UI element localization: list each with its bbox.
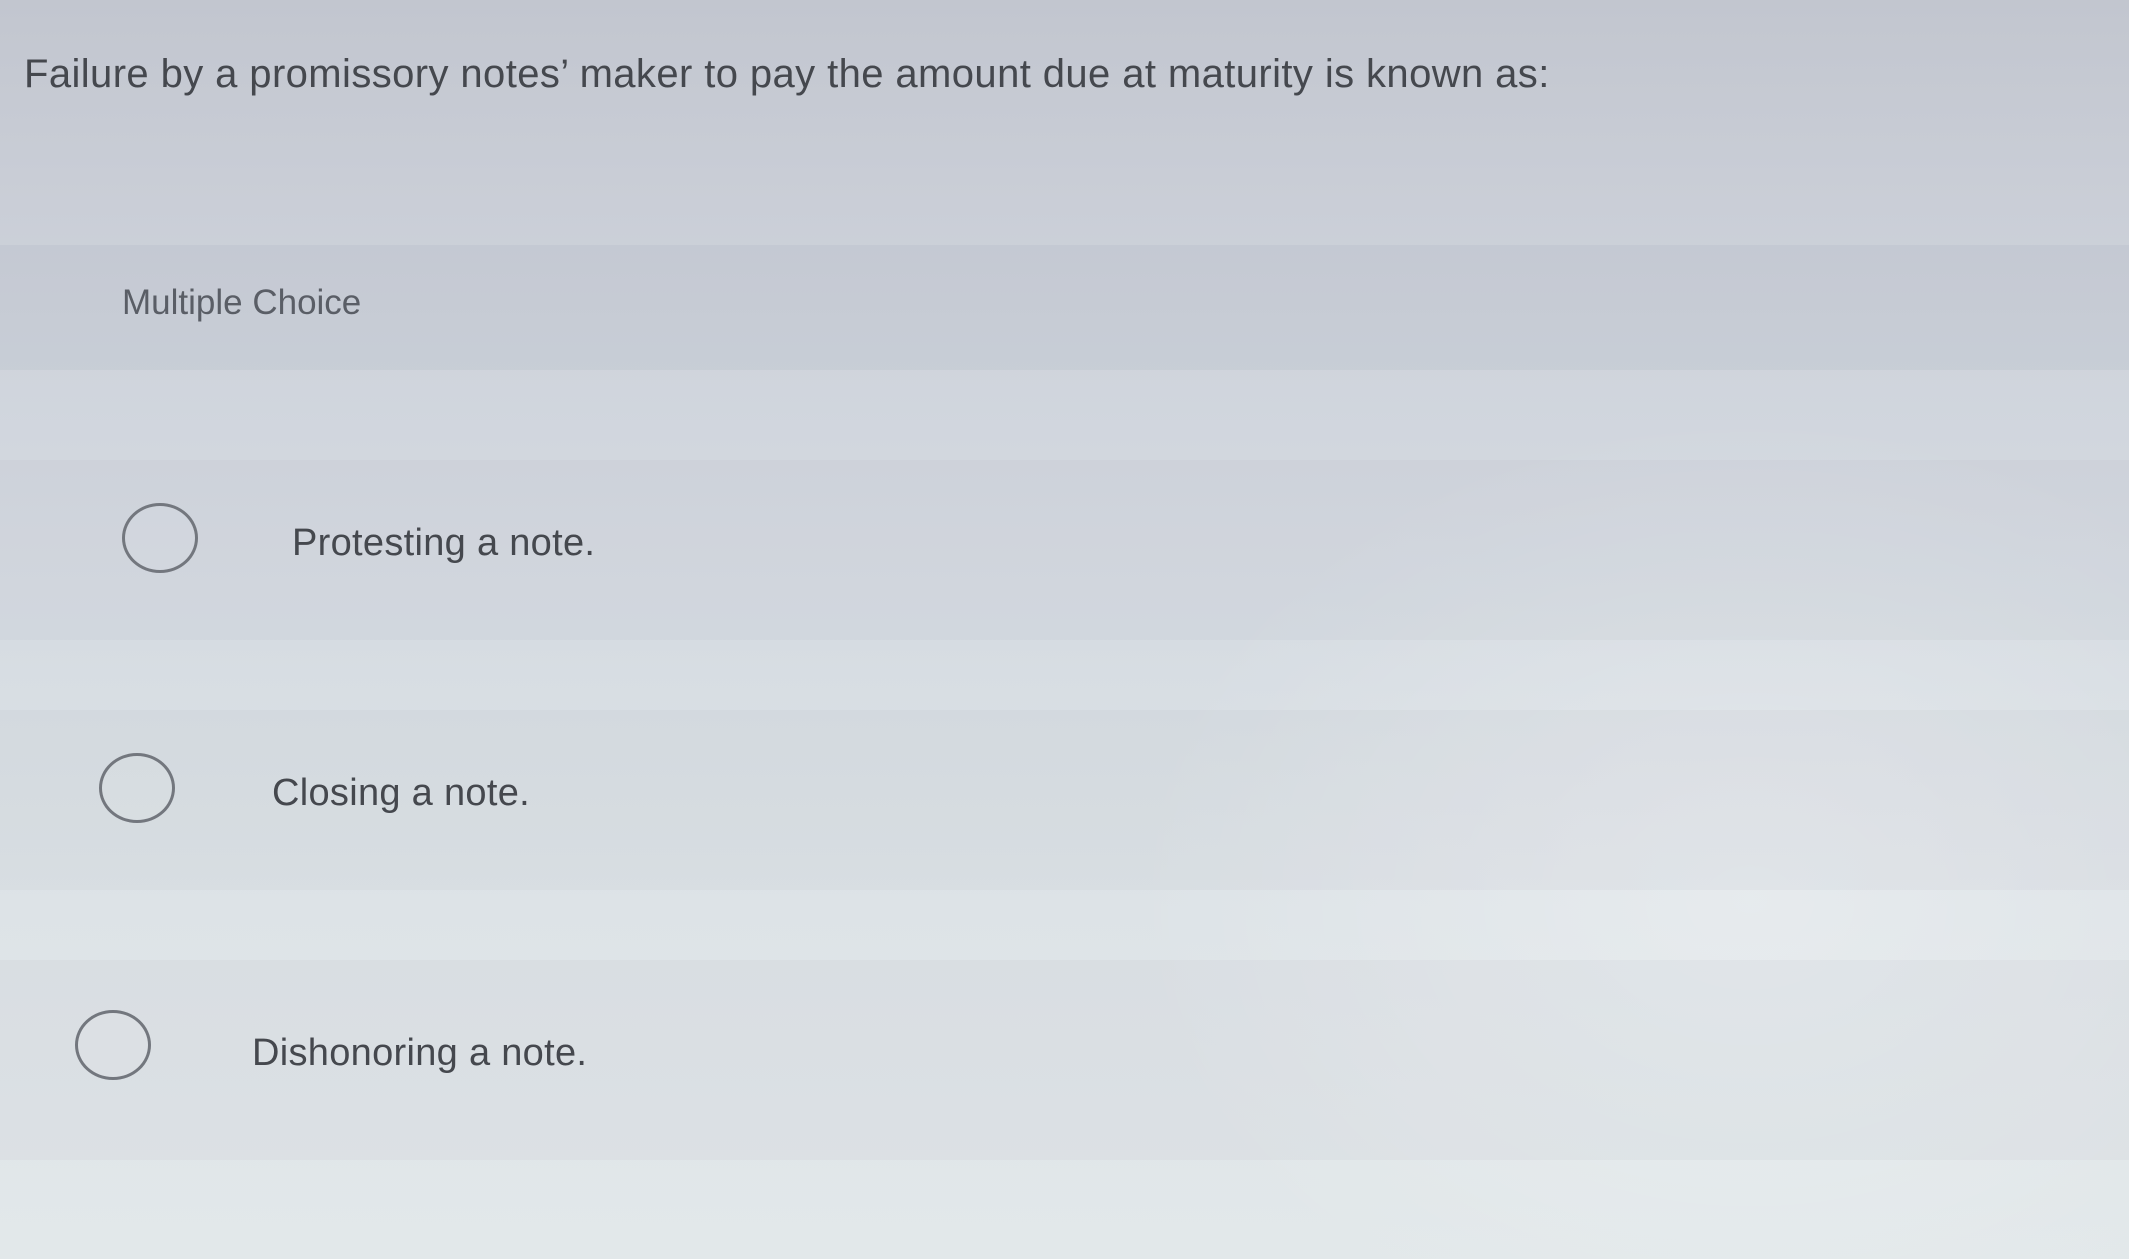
answer-option-2[interactable]: Closing a note. <box>0 690 2129 890</box>
radio-unselected-icon[interactable] <box>75 1010 151 1080</box>
answer-option-1[interactable]: Protesting a note. <box>0 440 2129 640</box>
radio-unselected-icon[interactable] <box>122 503 198 573</box>
answer-option-label[interactable]: Dishonoring a note. <box>252 1032 587 1075</box>
answer-option-label[interactable]: Protesting a note. <box>292 522 595 565</box>
answer-type-label: Multiple Choice <box>122 283 362 322</box>
question-prompt: Failure by a promissory notes’ maker to … <box>24 52 1550 96</box>
answer-option-3[interactable]: Dishonoring a note. <box>0 950 2129 1150</box>
radio-unselected-icon[interactable] <box>99 753 175 823</box>
answer-option-label[interactable]: Closing a note. <box>272 772 530 815</box>
